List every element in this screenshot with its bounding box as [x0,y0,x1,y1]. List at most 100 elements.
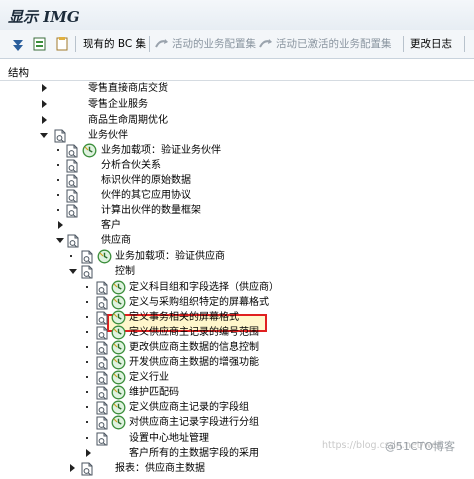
tree-node[interactable]: 定义事务相关的屏幕格式 [0,310,474,326]
execute-activity-icon[interactable] [111,400,126,415]
documentation-icon[interactable] [65,204,79,218]
execute-activity-icon[interactable] [111,385,126,400]
tree-node[interactable]: 零售企业服务 [0,97,474,113]
documentation-icon[interactable] [95,416,109,430]
expand-arrow-icon[interactable] [42,84,47,92]
collapse-arrow-icon[interactable] [56,238,64,243]
tree-node[interactable]: 标识伙伴的原始数据 [0,173,474,189]
documentation-icon[interactable] [53,129,67,143]
tree-node[interactable]: 开发供应商主数据的增强功能 [0,355,474,371]
tree-node-label[interactable]: 伙伴的其它应用协议 [101,189,191,203]
documentation-icon[interactable] [95,356,109,370]
execute-activity-icon[interactable] [97,249,112,264]
documentation-icon[interactable] [95,371,109,385]
expand-arrow-icon[interactable] [70,464,75,472]
tree-node-label[interactable]: 控制 [115,265,135,279]
documentation-icon[interactable] [54,36,70,52]
tree-node-label[interactable]: 定义与采购组织特定的屏幕格式 [129,296,269,310]
tree-node-label[interactable]: 开发供应商主数据的增强功能 [129,356,259,370]
tree-node-label[interactable]: 报表：供应商主数据 [115,462,205,476]
tree-node[interactable]: 定义行业 [0,370,474,386]
tree-node[interactable]: 定义供应商主记录的字段组 [0,400,474,416]
tree-node-label[interactable]: 零售直接商店交货 [88,82,168,96]
tree-node-label[interactable]: 设置中心地址管理 [129,432,209,446]
tree-node[interactable]: 业务伙伴 [0,128,474,144]
existing-bc-sets-button[interactable]: 现有的 BC 集 [83,37,146,51]
tree-node-label[interactable]: 更改供应商主数据的信息控制 [129,341,259,355]
bc-sets-for-activity-button[interactable]: 活动的业务配置集 [172,37,256,51]
expand-arrow-icon[interactable] [58,221,63,229]
documentation-icon[interactable] [65,159,79,173]
tree-node-label[interactable]: 分析合伙关系 [101,159,161,173]
tree-node[interactable]: 对供应商主记录字段进行分组 [0,415,474,431]
tree-node[interactable]: 定义供应商主记录的编号范围 [0,325,474,341]
expand-subtree-icon[interactable] [10,36,26,52]
tree-node-label[interactable]: 计算出伙伴的数量框架 [101,204,201,218]
execute-activity-icon[interactable] [111,355,126,370]
documentation-icon[interactable] [80,462,94,476]
execute-activity-icon[interactable] [111,415,126,430]
documentation-icon[interactable] [95,326,109,340]
execute-activity-icon[interactable] [111,325,126,340]
execute-activity-icon[interactable] [111,295,126,310]
tree-node-label[interactable]: 标识伙伴的原始数据 [101,174,191,188]
change-log-button[interactable]: 更改日志 [410,37,452,51]
activated-bc-sets-button[interactable]: 活动已激活的业务配置集 [276,37,392,51]
tree-node[interactable]: 定义与采购组织特定的屏幕格式 [0,295,474,311]
tree-node-label[interactable]: 定义行业 [129,371,169,385]
tree-node-label[interactable]: 定义科目组和字段选择（供应商） [129,281,279,295]
tree-node[interactable]: 报表：供应商主数据 [0,461,474,477]
documentation-icon[interactable] [65,189,79,203]
execute-activity-icon[interactable] [82,143,97,158]
documentation-icon[interactable] [65,174,79,188]
documentation-icon[interactable] [95,296,109,310]
documentation-icon[interactable] [66,234,80,248]
tree-node[interactable]: 伙伴的其它应用协议 [0,188,474,204]
tree-node-label[interactable]: 业务伙伴 [88,129,128,143]
tree-node-label[interactable]: 客户所有的主数据字段的采用 [129,447,259,461]
documentation-icon[interactable] [95,401,109,415]
tree-node-label[interactable]: 客户 [101,219,121,233]
documentation-icon[interactable] [95,281,109,295]
tree-node[interactable]: 业务加载项：验证业务伙伴 [0,143,474,159]
tree-node[interactable]: 商品生命周期优化 [0,113,474,129]
documentation-icon[interactable] [80,250,94,264]
expand-arrow-icon[interactable] [86,449,91,457]
tree-node[interactable]: 业务加载项：验证供应商 [0,249,474,265]
tree-node-label[interactable]: 零售企业服务 [88,98,148,112]
tree-node[interactable]: 定义科目组和字段选择（供应商） [0,280,474,296]
execute-activity-icon[interactable] [111,310,126,325]
tree-node-label[interactable]: 供应商 [101,234,131,248]
collapse-arrow-icon[interactable] [69,269,77,274]
tree-node[interactable]: 更改供应商主数据的信息控制 [0,340,474,356]
tree-node-label[interactable]: 商品生命周期优化 [88,114,168,128]
tree-node[interactable]: 分析合伙关系 [0,158,474,174]
structure-header: 结构 [0,62,474,80]
tree-node[interactable]: 计算出伙伴的数量框架 [0,203,474,219]
tree-node-label[interactable]: 定义供应商主记录的字段组 [129,401,249,415]
collapse-arrow-icon[interactable] [40,133,48,138]
tree-node-label[interactable]: 业务加载项：验证供应商 [115,250,225,264]
expand-arrow-icon[interactable] [42,100,47,108]
find-icon[interactable] [32,36,48,52]
documentation-icon[interactable] [95,432,109,446]
expand-arrow-icon[interactable] [42,116,47,124]
documentation-icon[interactable] [95,311,109,325]
execute-activity-icon[interactable] [111,340,126,355]
execute-activity-icon[interactable] [111,280,126,295]
tree-node[interactable]: 控制 [0,264,474,280]
tree-node-label[interactable]: 定义事务相关的屏幕格式 [129,311,239,325]
tree-node[interactable]: 维护匹配码 [0,385,474,401]
execute-activity-icon[interactable] [111,370,126,385]
tree-node-label[interactable]: 维护匹配码 [129,386,179,400]
tree-node-label[interactable]: 对供应商主记录字段进行分组 [129,416,259,430]
tree-node[interactable]: 零售直接商店交货 [0,81,474,97]
tree-node-label[interactable]: 业务加载项：验证业务伙伴 [101,144,221,158]
documentation-icon[interactable] [95,341,109,355]
tree-node[interactable]: 供应商 [0,233,474,249]
tree-node[interactable]: 客户 [0,218,474,234]
documentation-icon[interactable] [80,265,94,279]
documentation-icon[interactable] [95,386,109,400]
tree-node-label[interactable]: 定义供应商主记录的编号范围 [129,326,259,340]
documentation-icon[interactable] [65,144,79,158]
